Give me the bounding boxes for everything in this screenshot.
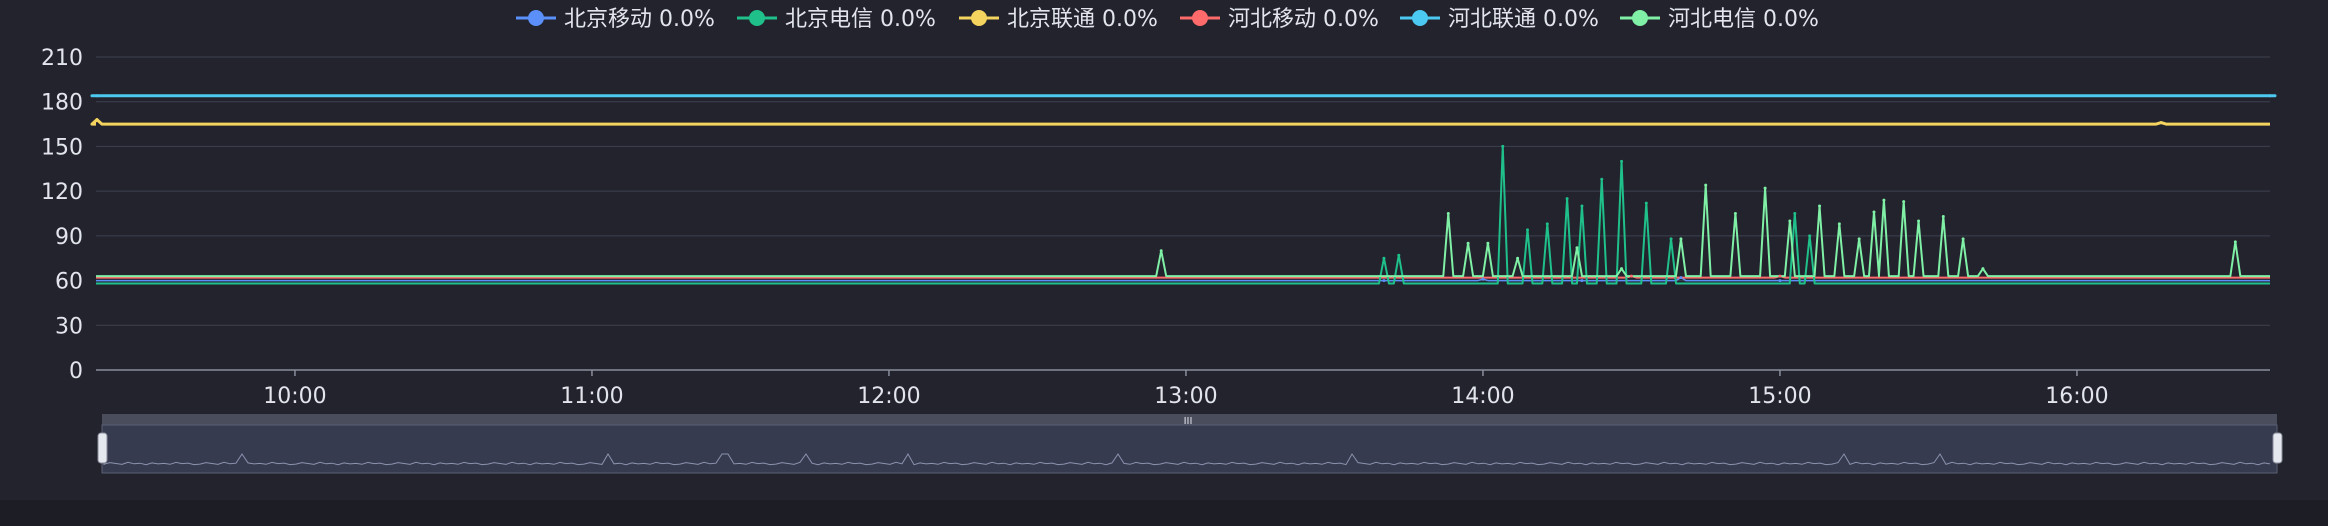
data-point: [1397, 253, 1401, 257]
legend-item[interactable]: 河北移动 0.0%: [1180, 7, 1379, 32]
data-point: [1580, 204, 1584, 208]
legend-label: 河北移动 0.0%: [1228, 7, 1379, 32]
y-axis: 0 30 60 90 120 150 180 210: [41, 46, 83, 384]
legend-item[interactable]: 河北电信 0.0%: [1620, 7, 1819, 32]
legend-marker: [971, 10, 987, 26]
data-point: [2233, 240, 2237, 244]
x-tick-label: 13:00: [1154, 384, 1217, 409]
data-point: [1516, 256, 1520, 260]
zoom-handle-right[interactable]: [2272, 432, 2283, 464]
data-point: [1669, 237, 1673, 241]
data-point: [1902, 200, 1906, 204]
legend-marker: [528, 10, 544, 26]
x-tick-label: 12:00: [857, 384, 920, 409]
data-point: [1565, 197, 1569, 201]
plot-area: [90, 94, 2277, 285]
data-point: [1679, 237, 1683, 241]
data-point: [1481, 277, 1485, 281]
series-line: [90, 118, 2270, 126]
data-point: [1526, 228, 1529, 232]
x-tick-label: 14:00: [1451, 384, 1514, 409]
data-point: [1446, 212, 1450, 215]
data-point: [1857, 237, 1861, 241]
y-tick-label: 180: [41, 91, 83, 116]
legend-item[interactable]: 北京电信 0.0%: [737, 7, 936, 32]
data-point: [2268, 94, 2272, 98]
y-tick-label: 30: [55, 314, 83, 339]
chart-legend[interactable]: 北京移动 0.0% 北京电信 0.0% 北京联通 0.0% 河北移动 0.0% 河北联通…: [516, 7, 1819, 32]
data-point: [1629, 274, 1633, 278]
y-tick-label: 120: [41, 180, 83, 205]
data-point: [1580, 279, 1584, 283]
data-point: [1917, 219, 1921, 223]
legend-label: 北京移动 0.0%: [564, 7, 715, 32]
y-tick-label: 210: [41, 46, 83, 71]
legend-item[interactable]: 北京移动 0.0%: [516, 7, 715, 32]
data-point: [1382, 279, 1386, 283]
legend-marker: [1632, 10, 1648, 26]
data-point: [1733, 212, 1737, 215]
data-point: [1575, 246, 1579, 250]
data-point: [95, 94, 99, 98]
series-line: [96, 145, 2270, 285]
data-point: [1620, 267, 1624, 271]
data-point: [1837, 222, 1841, 226]
legend-marker: [1192, 10, 1208, 26]
grid-lines: [96, 56, 2270, 371]
zoom-handle-left[interactable]: [97, 432, 108, 464]
data-point: [1644, 201, 1648, 205]
data-point: [1981, 267, 1985, 271]
data-point: [1620, 159, 1624, 163]
data-point: [1793, 212, 1797, 215]
legend-label: 河北电信 0.0%: [1668, 7, 1819, 32]
data-point: [95, 118, 99, 122]
data-point: [1501, 144, 1505, 148]
data-point: [1882, 198, 1886, 202]
data-point: [1818, 204, 1822, 208]
y-tick-label: 90: [55, 225, 83, 250]
data-point: [1788, 219, 1792, 223]
zoom-move-handle[interactable]: III: [1184, 416, 1193, 427]
data-zoom-slider[interactable]: III: [97, 414, 2283, 474]
data-point: [1704, 183, 1708, 187]
data-point: [1808, 234, 1812, 238]
data-point: [1961, 237, 1965, 241]
y-tick-label: 0: [69, 359, 83, 384]
data-point: [1545, 222, 1549, 226]
legend-marker: [749, 10, 765, 26]
data-point: [1872, 210, 1876, 214]
legend-item[interactable]: 北京联通 0.0%: [959, 7, 1158, 32]
legend-label: 河北联通 0.0%: [1448, 7, 1599, 32]
data-point: [1466, 241, 1470, 245]
legend-marker: [1412, 10, 1428, 26]
y-tick-label: 150: [41, 135, 83, 160]
series-line: [96, 184, 2270, 278]
data-point: [1382, 256, 1386, 260]
data-point: [1778, 274, 1782, 278]
x-tick-label: 10:00: [263, 384, 326, 409]
bottom-bar: [0, 500, 2328, 526]
legend-item[interactable]: 河北联通 0.0%: [1400, 7, 1599, 32]
legend-label: 北京联通 0.0%: [1007, 7, 1158, 32]
line-chart: 北京移动 0.0% 北京电信 0.0% 北京联通 0.0% 河北移动 0.0% 河北联通…: [41, 7, 2283, 474]
data-point: [1159, 249, 1163, 253]
x-tick-label: 16:00: [2045, 384, 2108, 409]
legend-label: 北京电信 0.0%: [785, 7, 936, 32]
data-point: [1941, 214, 1945, 218]
data-point: [1486, 241, 1490, 245]
data-point: [1778, 279, 1782, 283]
data-point: [1600, 177, 1604, 181]
x-tick-label: 11:00: [560, 384, 623, 409]
zoom-track: [101, 424, 2278, 474]
x-tick-label: 15:00: [1748, 384, 1811, 409]
data-point: [2159, 121, 2163, 125]
data-point: [1763, 186, 1767, 190]
y-tick-label: 60: [55, 270, 83, 295]
data-point: [1679, 276, 1683, 280]
x-axis: 10:00 11:00 12:00 13:00 14:00 15:00 16:00: [263, 370, 2109, 409]
